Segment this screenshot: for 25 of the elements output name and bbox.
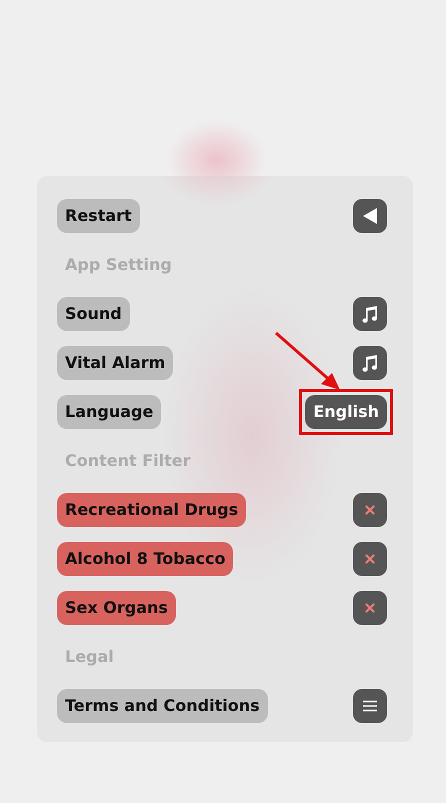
selected-language-button[interactable]: English xyxy=(305,395,387,429)
close-icon xyxy=(365,554,375,564)
setting-button[interactable]: Sex Organs xyxy=(57,591,176,625)
music-note-icon xyxy=(360,304,380,324)
close-icon xyxy=(365,505,375,515)
remove-button[interactable] xyxy=(353,591,387,625)
setting-button[interactable]: Language xyxy=(57,395,162,429)
section-header: Content Filter xyxy=(64,450,192,472)
setting-button[interactable]: Alcohol 8 Tobacco xyxy=(57,542,234,576)
setting-button[interactable]: Recreational Drugs xyxy=(57,493,246,527)
sound-toggle[interactable] xyxy=(353,297,387,331)
music-note-icon xyxy=(360,353,380,373)
remove-button[interactable] xyxy=(353,493,387,527)
section-header: App Setting xyxy=(64,254,173,276)
setting-button[interactable]: Sound xyxy=(57,297,130,331)
section-header: Legal xyxy=(64,646,115,668)
menu-icon xyxy=(362,700,378,712)
setting-button[interactable]: Restart xyxy=(57,199,140,233)
setting-button[interactable]: Terms and Conditions xyxy=(57,689,268,723)
setting-button[interactable]: Vital Alarm xyxy=(57,346,174,380)
sound-toggle[interactable] xyxy=(353,346,387,380)
remove-button[interactable] xyxy=(353,542,387,576)
close-icon xyxy=(365,603,375,613)
menu-button[interactable] xyxy=(353,689,387,723)
back-button[interactable] xyxy=(353,199,387,233)
